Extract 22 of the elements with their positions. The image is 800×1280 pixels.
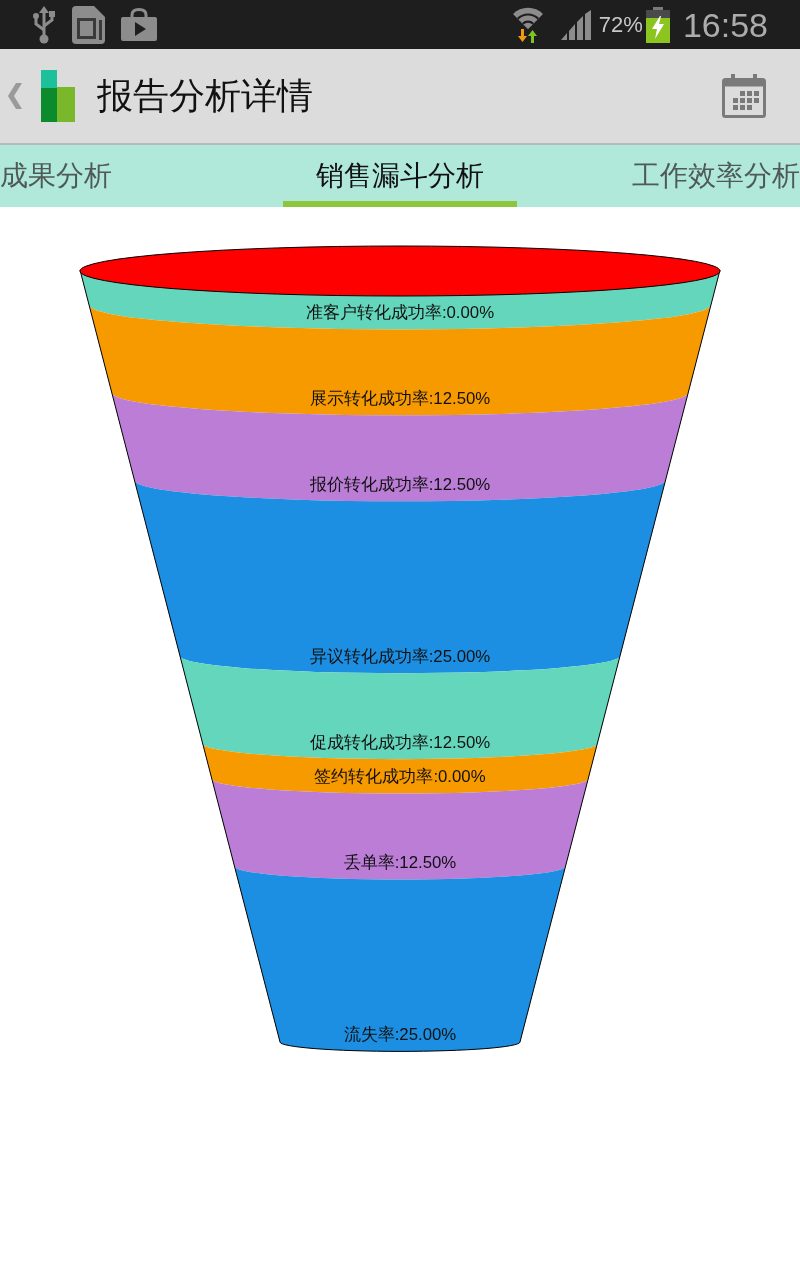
- stage-label: 异议转化成功率:25.00%: [309, 646, 491, 666]
- shopping-bag-icon: [121, 8, 157, 41]
- app-logo-icon[interactable]: [41, 70, 75, 122]
- stage-label: 展示转化成功率:12.50%: [309, 388, 491, 408]
- stage-label: 流失率:25.00%: [343, 1024, 457, 1044]
- calendar-icon[interactable]: [722, 74, 766, 118]
- tab[interactable]: 成果分析: [0, 145, 112, 207]
- app-title: 报告分析详情: [97, 74, 313, 118]
- signal-icon: [560, 9, 593, 40]
- stage-label: 促成转化成功率:12.50%: [309, 732, 491, 752]
- back-chevron-icon[interactable]: [8, 83, 22, 109]
- stage-label: 丢单率:12.50%: [343, 852, 457, 872]
- battery-percent: 72%: [598, 13, 643, 36]
- sd-card-icon: [72, 5, 105, 44]
- clock-time: 16:58: [682, 7, 768, 42]
- usb-icon: [32, 5, 56, 44]
- battery-charging-icon: [645, 6, 670, 43]
- stage-label: 签约转化成功率:0.00%: [314, 767, 486, 786]
- tab[interactable]: 工作效率分析: [632, 145, 800, 207]
- tab[interactable]: 销售漏斗分析: [283, 145, 517, 207]
- stage-label: 准客户转化成功率:0.00%: [305, 302, 495, 322]
- stage-label: 报价转化成功率:12.50%: [309, 474, 491, 494]
